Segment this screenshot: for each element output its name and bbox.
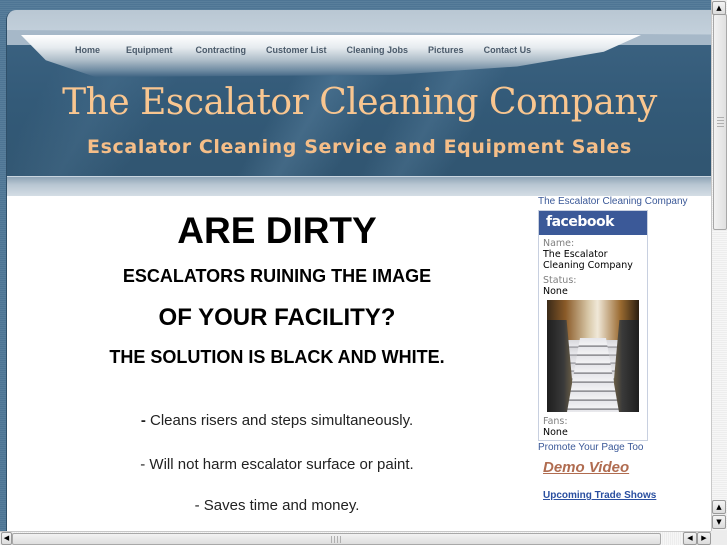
vertical-scroll-thumb[interactable] xyxy=(713,14,727,230)
nav-cleaning-jobs[interactable]: Cleaning Jobs xyxy=(347,45,409,59)
facebook-badge[interactable]: facebook Name: The Escalator Cleaning Co… xyxy=(538,210,648,441)
scroll-grip-icon xyxy=(717,115,724,127)
main-nav: Home Equipment Contracting Customer List… xyxy=(75,45,531,59)
site-title: The Escalator Cleaning Company xyxy=(62,82,657,123)
photo-steps xyxy=(567,338,619,412)
scrollbar-corner xyxy=(711,531,727,545)
scroll-grip-icon xyxy=(331,536,343,543)
facebook-page-link[interactable]: The Escalator Cleaning Company xyxy=(538,196,698,207)
scroll-up-arrow-icon[interactable]: ▲ xyxy=(712,500,726,514)
horizontal-scrollbar[interactable] xyxy=(0,531,711,545)
fans-label: Fans: xyxy=(543,416,568,427)
nav-home[interactable]: Home xyxy=(75,45,100,59)
escalator-photo[interactable] xyxy=(547,300,639,412)
facebook-badge-body: Name: The Escalator Cleaning Company Sta… xyxy=(539,235,647,440)
site-subtitle: Escalator Cleaning Service and Equipment… xyxy=(87,136,632,158)
scroll-left-arrow-icon[interactable]: ◀ xyxy=(683,532,697,545)
headline-facility: OF YOUR FACILITY? xyxy=(158,304,396,331)
horizontal-scroll-thumb[interactable] xyxy=(12,533,661,545)
nav-contact-us[interactable]: Contact Us xyxy=(484,45,532,59)
bullet-item: - Saves time and money. xyxy=(7,497,547,514)
header-banner: Home Equipment Contracting Customer List… xyxy=(7,10,711,196)
header-bottom-band xyxy=(7,176,711,196)
scroll-up-arrow-icon[interactable]: ▲ xyxy=(712,1,726,15)
status-value: None xyxy=(543,286,568,297)
vertical-scrollbar[interactable] xyxy=(711,0,727,531)
fans-value: None xyxy=(543,427,568,438)
bullet-text: Saves time and money. xyxy=(199,497,360,514)
nav-contracting[interactable]: Contracting xyxy=(196,45,247,59)
nav-pictures[interactable]: Pictures xyxy=(428,45,464,59)
headline-are-dirty: ARE DIRTY xyxy=(177,210,377,251)
promote-page-link[interactable]: Promote Your Page Too xyxy=(538,442,698,453)
name-label: Name: xyxy=(543,238,575,249)
status-label: Status: xyxy=(543,275,577,286)
demo-video-link[interactable]: Demo Video xyxy=(543,459,698,476)
scroll-right-arrow-icon[interactable]: ▶ xyxy=(697,532,711,545)
trade-shows-link[interactable]: Upcoming Trade Shows xyxy=(543,490,698,501)
scroll-down-arrow-icon[interactable]: ▼ xyxy=(712,515,726,529)
scroll-left-arrow-icon[interactable]: ◀ xyxy=(1,532,12,545)
main-content: ARE DIRTY ESCALATORS RUINING THE IMAGE O… xyxy=(7,196,537,531)
bullet-text: Cleans risers and steps simultaneously. xyxy=(145,412,414,429)
nav-customer-list[interactable]: Customer List xyxy=(266,45,327,59)
bullet-item: - Will not harm escalator surface or pai… xyxy=(7,456,547,473)
headline-escalators: ESCALATORS RUINING THE IMAGE xyxy=(122,266,432,286)
sidebar: The Escalator Cleaning Company facebook … xyxy=(538,196,698,501)
bullet-item: - Cleans risers and steps simultaneously… xyxy=(7,412,547,429)
headline-solution: THE SOLUTION IS BLACK AND WHITE. xyxy=(109,347,445,367)
facebook-logo[interactable]: facebook xyxy=(539,211,647,235)
nav-equipment[interactable]: Equipment xyxy=(126,45,173,59)
bullet-text: Will not harm escalator surface or paint… xyxy=(145,456,414,473)
name-value: The Escalator Cleaning Company xyxy=(543,249,633,271)
